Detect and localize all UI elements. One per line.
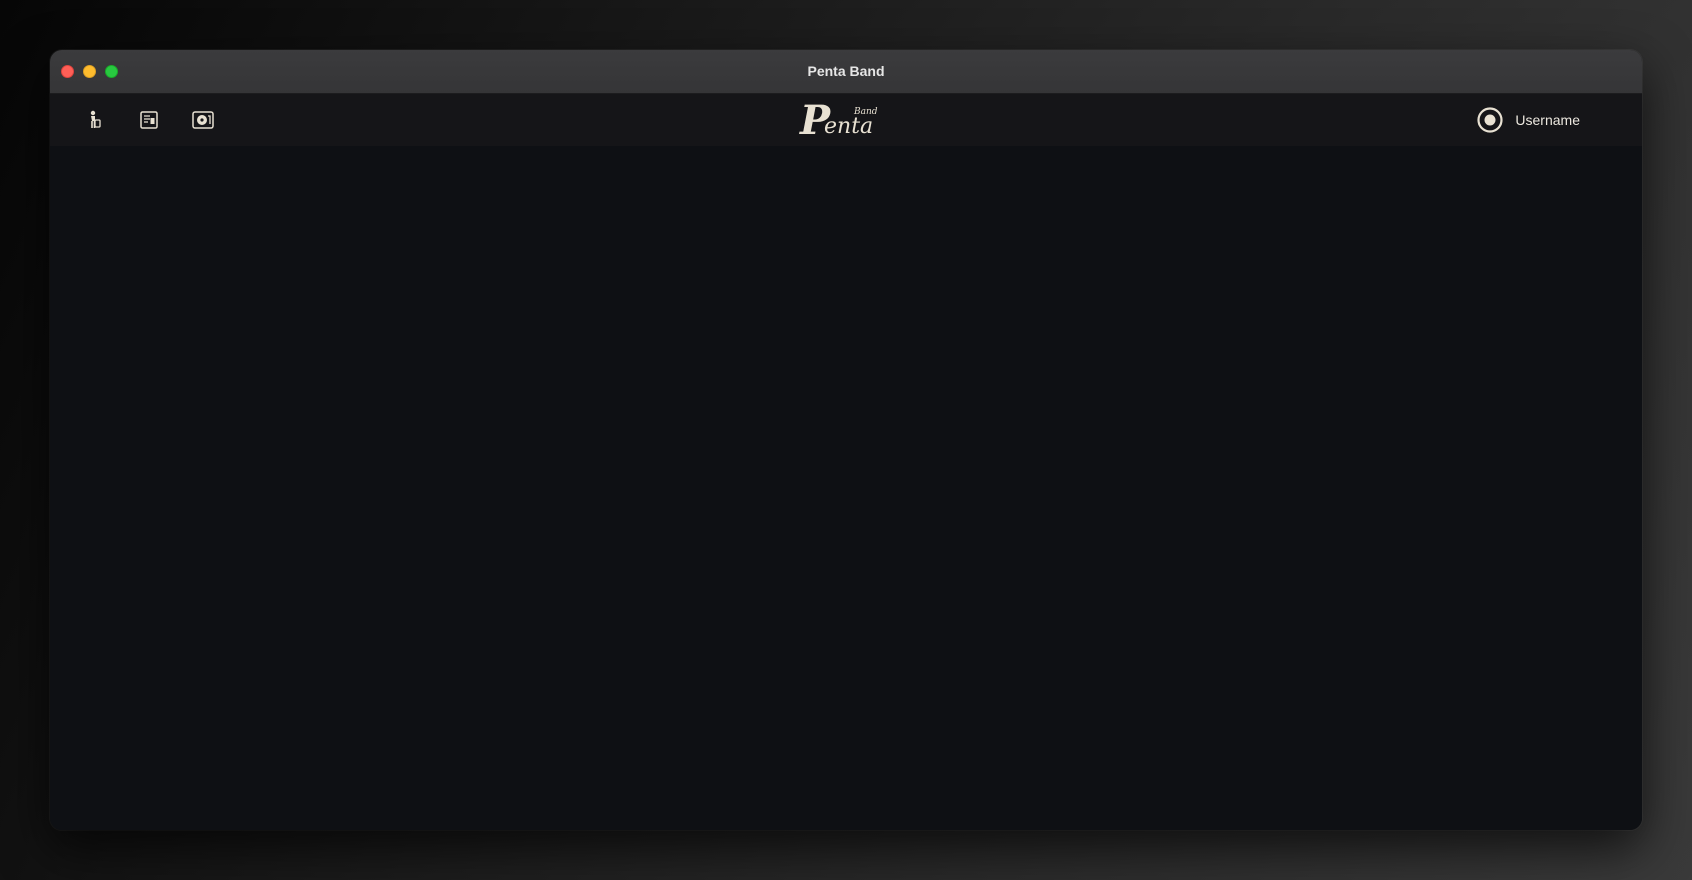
- media-player-icon: [192, 111, 214, 129]
- main-content-area: [50, 146, 1642, 830]
- app-toolbar: P enta Band Username: [50, 94, 1642, 147]
- logo-subtext: Band: [853, 107, 878, 117]
- penta-band-logo: P enta Band: [799, 100, 878, 142]
- musician-icon: [90, 110, 101, 128]
- score-button[interactable]: [134, 107, 164, 133]
- score-icon: [140, 111, 158, 129]
- logo-text: enta: [824, 114, 873, 139]
- user-menu[interactable]: Username: [1477, 107, 1580, 133]
- username-label: Username: [1515, 112, 1580, 128]
- window-title: Penta Band: [807, 63, 885, 79]
- title-bar[interactable]: Penta Band: [50, 50, 1642, 94]
- toolbar-icons: [80, 107, 218, 133]
- app-window: Penta Band P enta Band Username: [50, 50, 1642, 830]
- user-circle-icon: [1477, 107, 1504, 133]
- media-player-button[interactable]: [188, 107, 218, 133]
- musician-button[interactable]: [80, 107, 110, 133]
